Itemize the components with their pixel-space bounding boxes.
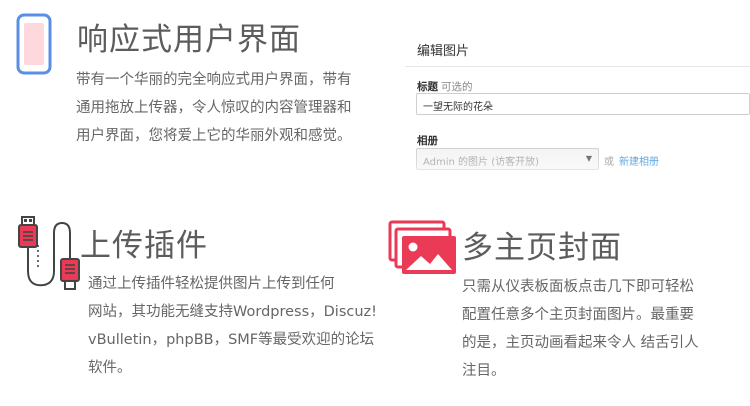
responsive-title: 响应式用户界面 [77, 22, 301, 58]
new-album-link[interactable]: 新建相册 [619, 153, 659, 168]
usb-cable-icon [14, 215, 80, 295]
or-text: 或 [604, 157, 614, 168]
description-line: 带有一个华丽的完全响应式用户界面，带有 [76, 72, 352, 88]
uploader-title: 上传插件 [80, 228, 208, 264]
album-select[interactable]: Admin 的图片 (访客开放) ▼ [416, 148, 599, 170]
stacked-images-icon [388, 220, 458, 282]
title-label-text: 标题 [417, 81, 438, 93]
caret-down-icon: ▼ [585, 154, 592, 163]
description-line: 软件。 [88, 360, 132, 376]
title-field-label: 标题 可选的 [417, 79, 473, 94]
description-line: 配置任意多个主页封面图片。最重要 [462, 307, 694, 323]
phone-icon [16, 13, 52, 79]
edit-image-heading: 编辑图片 [417, 44, 470, 59]
description-line: 网站，其功能无缝支持Wordpress，Discuz! [88, 304, 377, 320]
responsive-description: 带有一个华丽的完全响应式用户界面，带有 通用拖放上传器，令人惊叹的内容管理器和 … [76, 66, 396, 150]
description-line: 通用拖放上传器，令人惊叹的内容管理器和 [76, 100, 352, 116]
title-input[interactable]: 一望无际的花朵 [416, 93, 750, 115]
description-line: 只需从仪表板面板点击几下即可轻松 [462, 279, 694, 295]
edit-image-panel: 编辑图片 标题 可选的 一望无际的花朵 相册 Admin 的图片 (访客开放) ▼… [405, 29, 750, 199]
panel-divider [405, 66, 750, 67]
description-line: 通过上传插件轻松提供图片上传到任何 [88, 276, 335, 292]
description-line: 的是，主页动画看起来令人 结舌引人 [462, 335, 699, 351]
album-select-value: Admin 的图片 (访客开放) [423, 157, 540, 168]
homepage-covers-description: 只需从仪表板面板点击几下即可轻松 配置任意多个主页封面图片。最重要 的是，主页动… [462, 273, 747, 385]
description-line: 注目。 [462, 363, 506, 379]
uploader-description: 通过上传插件轻松提供图片上传到任何 网站，其功能无缝支持Wordpress，Di… [88, 270, 398, 382]
homepage-covers-title: 多主页封面 [462, 230, 622, 266]
description-line: 用户界面，您将爱上它的华丽外观和感觉。 [76, 128, 352, 144]
album-field-label: 相册 [417, 135, 438, 147]
optional-hint: 可选的 [441, 81, 473, 93]
description-line: vBulletin，phpBB，SMF等最受欢迎的论坛 [88, 332, 375, 348]
